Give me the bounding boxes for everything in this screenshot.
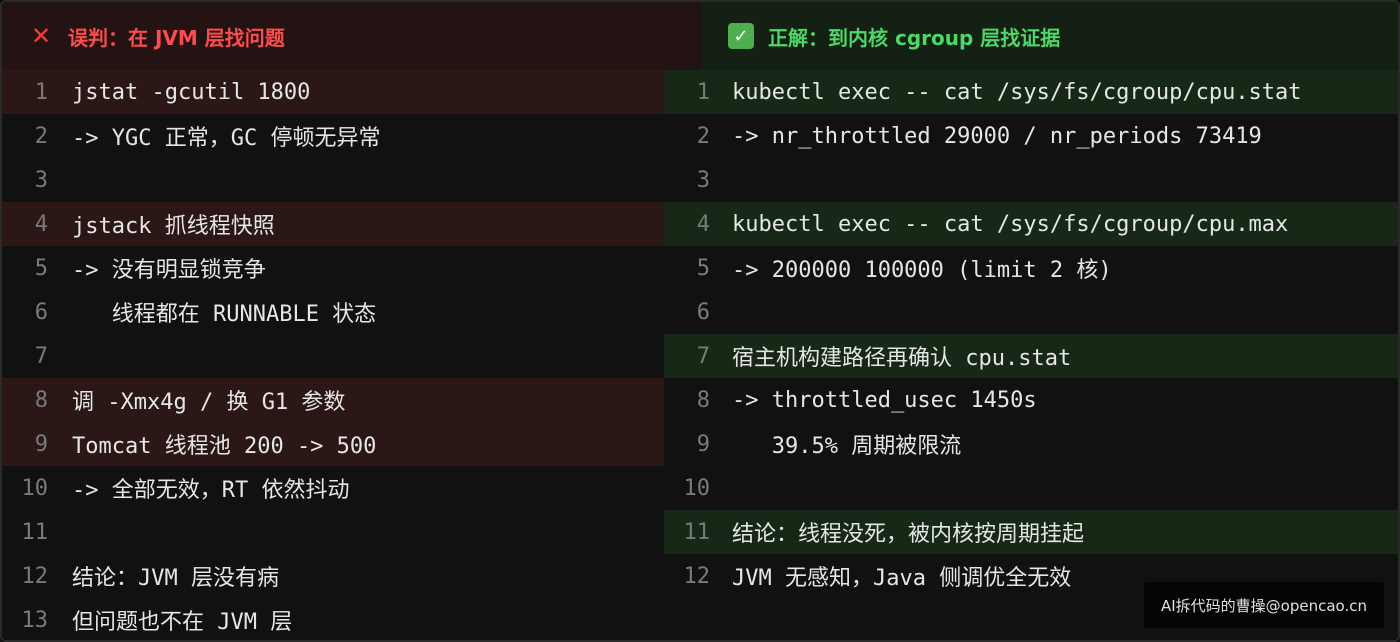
code-text: -> nr_throttled 29000 / nr_periods 73419 xyxy=(732,123,1262,149)
line-number: 6 xyxy=(34,299,48,325)
code-line: 7 xyxy=(2,334,664,378)
code-text: 结论：JVM 层没有病 xyxy=(72,566,279,591)
code-line: 8 调 -Xmx4g / 换 G1 参数 xyxy=(2,378,664,422)
correct-approach-pane: 1 kubectl exec -- cat /sys/fs/cgroup/cpu.… xyxy=(664,2,1398,640)
code-text: jstat -gcutil 1800 xyxy=(72,79,311,105)
line-number: 2 xyxy=(34,123,48,149)
line-number: 4 xyxy=(34,211,48,237)
code-text: Tomcat 线程池 200 -> 500 xyxy=(72,434,377,459)
code-text: -> YGC 正常，GC 停顿无异常 xyxy=(72,126,381,151)
code-line: 3 xyxy=(664,158,1398,202)
line-number: 8 xyxy=(696,387,710,413)
code-text: -> 没有明显锁竞争 xyxy=(72,258,266,283)
code-line: 7 宿主机构建路径再确认 cpu.stat xyxy=(664,334,1398,378)
code-line: 11 xyxy=(2,510,664,554)
line-number: 12 xyxy=(21,563,49,589)
line-number: 1 xyxy=(34,79,48,105)
line-number: 1 xyxy=(696,79,710,105)
code-line: 4 kubectl exec -- cat /sys/fs/cgroup/cpu.… xyxy=(664,202,1398,246)
line-number: 5 xyxy=(696,255,710,281)
code-line: 11 结论：线程没死，被内核按周期挂起 xyxy=(664,510,1398,554)
line-number: 2 xyxy=(696,123,710,149)
code-line: 1 kubectl exec -- cat /sys/fs/cgroup/cpu.… xyxy=(664,70,1398,114)
correct-approach-code: 1 kubectl exec -- cat /sys/fs/cgroup/cpu.… xyxy=(664,70,1398,598)
code-line: 2 -> YGC 正常，GC 停顿无异常 xyxy=(2,114,664,158)
code-text: 但问题也不在 JVM 层 xyxy=(72,610,293,635)
wrong-approach-pane: 1 jstat -gcutil 1800 2 -> YGC 正常，GC 停顿无异常 3 4… xyxy=(2,2,664,640)
code-line: 8 -> throttled_usec 1450s xyxy=(664,378,1398,422)
wrong-approach-code: 1 jstat -gcutil 1800 2 -> YGC 正常，GC 停顿无异常 3 4… xyxy=(2,70,664,640)
code-text: -> 200000 100000 (limit 2 核) xyxy=(732,258,1112,283)
code-line: 3 xyxy=(2,158,664,202)
code-text: 宿主机构建路径再确认 cpu.stat xyxy=(732,346,1072,371)
line-number: 3 xyxy=(696,167,710,193)
code-text: 39.5% 周期被限流 xyxy=(732,434,962,459)
line-number: 5 xyxy=(34,255,48,281)
code-text: -> throttled_usec 1450s xyxy=(732,387,1037,413)
code-line: 4 jstack 抓线程快照 xyxy=(2,202,664,246)
line-number: 9 xyxy=(34,431,48,457)
watermark: AI拆代码的曹操@opencao.cn xyxy=(1144,582,1384,628)
line-number: 6 xyxy=(696,299,710,325)
code-line: 2 -> nr_throttled 29000 / nr_periods 7341… xyxy=(664,114,1398,158)
code-line: 10 xyxy=(664,466,1398,510)
code-line: 6 xyxy=(664,290,1398,334)
comparison-panel: ✕ 误判：在 JVM 层找问题 ✓ 正解：到内核 cgroup 层找证据 1 js… xyxy=(0,0,1400,642)
line-number: 11 xyxy=(683,519,711,545)
code-text: kubectl exec -- cat /sys/fs/cgroup/cpu.m… xyxy=(732,211,1289,237)
code-line: 5 -> 没有明显锁竞争 xyxy=(2,246,664,290)
code-line: 12 结论：JVM 层没有病 xyxy=(2,554,664,598)
code-line: 1 jstat -gcutil 1800 xyxy=(2,70,664,114)
code-line: 9 Tomcat 线程池 200 -> 500 xyxy=(2,422,664,466)
code-line: 6 线程都在 RUNNABLE 状态 xyxy=(2,290,664,334)
code-line: 9 39.5% 周期被限流 xyxy=(664,422,1398,466)
line-number: 10 xyxy=(683,475,711,501)
line-number: 13 xyxy=(21,607,49,633)
line-number: 7 xyxy=(34,343,48,369)
code-line: 10 -> 全部无效，RT 依然抖动 xyxy=(2,466,664,510)
line-number: 10 xyxy=(21,475,49,501)
code-text: -> 全部无效，RT 依然抖动 xyxy=(72,478,350,503)
line-number: 9 xyxy=(696,431,710,457)
line-number: 8 xyxy=(34,387,48,413)
code-text: JVM 无感知，Java 侧调优全无效 xyxy=(732,566,1072,591)
line-number: 7 xyxy=(696,343,710,369)
code-text: 结论：线程没死，被内核按周期挂起 xyxy=(732,522,1085,547)
code-text: 调 -Xmx4g / 换 G1 参数 xyxy=(72,390,346,415)
code-text: kubectl exec -- cat /sys/fs/cgroup/cpu.s… xyxy=(732,79,1302,105)
code-text: jstack 抓线程快照 xyxy=(72,214,275,239)
line-number: 12 xyxy=(683,563,711,589)
line-number: 4 xyxy=(696,211,710,237)
code-line: 5 -> 200000 100000 (limit 2 核) xyxy=(664,246,1398,290)
line-number: 3 xyxy=(34,167,48,193)
line-number: 11 xyxy=(21,519,49,545)
code-text: 线程都在 RUNNABLE 状态 xyxy=(72,302,377,327)
code-line: 13 但问题也不在 JVM 层 xyxy=(2,598,664,640)
